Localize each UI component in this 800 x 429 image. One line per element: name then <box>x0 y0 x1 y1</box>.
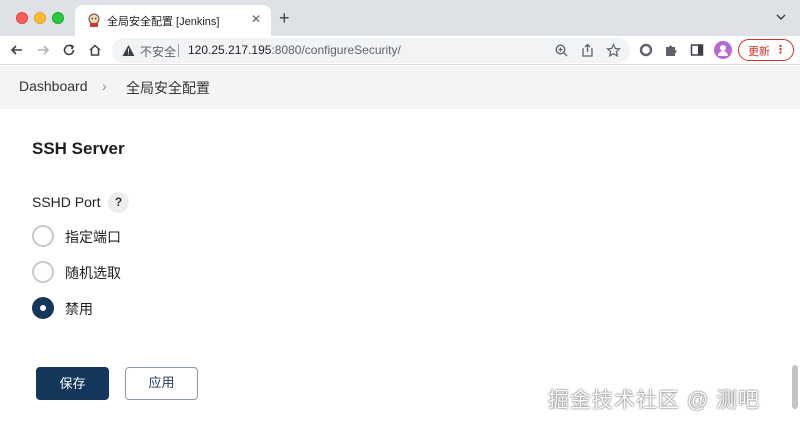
fullscreen-window-button[interactable] <box>52 12 64 24</box>
tab-title: 全局安全配置 [Jenkins] <box>107 16 220 28</box>
tab-jenkins[interactable]: 全局安全配置 [Jenkins] ✕ <box>75 5 271 36</box>
save-button[interactable]: 保存 <box>36 367 109 400</box>
breadcrumb: Dashboard › 全局安全配置 <box>0 66 800 109</box>
tab-search-chevron-icon[interactable] <box>776 12 786 22</box>
breadcrumb-dashboard[interactable]: Dashboard <box>19 78 88 94</box>
breadcrumb-global-security[interactable]: 全局安全配置 <box>126 78 210 98</box>
sshd-port-label: SSHD Port <box>32 194 101 210</box>
home-icon[interactable] <box>86 41 104 59</box>
radio-button[interactable] <box>32 225 54 247</box>
forward-icon[interactable] <box>34 41 52 59</box>
help-icon[interactable]: ? <box>108 192 129 213</box>
reload-icon[interactable] <box>60 41 78 59</box>
avatar-icon <box>718 45 728 56</box>
apply-button[interactable]: 应用 <box>125 367 198 400</box>
url-path: :8080/configureSecurity/ <box>271 43 401 57</box>
watermark-text: 掘金技术社区 @ 测吧 <box>548 389 760 412</box>
share-icon[interactable] <box>580 43 595 58</box>
browser-window: 全局安全配置 [Jenkins] ✕ + 不安全 120.25.217.195:… <box>0 0 800 429</box>
radio-label[interactable]: 禁用 <box>65 299 93 319</box>
radio-button-checked[interactable] <box>32 297 54 319</box>
jenkins-favicon-icon <box>88 13 100 27</box>
back-icon[interactable] <box>8 41 26 59</box>
section-title: SSH Server <box>32 139 125 158</box>
bookmark-star-icon[interactable] <box>606 43 621 58</box>
update-label: 更新 <box>748 46 770 58</box>
minimize-window-button[interactable] <box>34 12 46 24</box>
more-menu-icon: ⋮ <box>775 44 786 56</box>
radio-button[interactable] <box>32 261 54 283</box>
not-secure-label[interactable]: 不安全 <box>140 43 176 60</box>
tab-strip: 全局安全配置 [Jenkins] ✕ + <box>0 0 800 36</box>
address-bar[interactable]: 不安全 120.25.217.195:8080/configureSecurit… <box>112 38 630 63</box>
update-button[interactable]: 更新 ⋮ <box>738 39 794 61</box>
radio-label[interactable]: 随机选取 <box>65 263 121 283</box>
close-window-button[interactable] <box>16 12 28 24</box>
zoom-icon[interactable] <box>554 43 569 58</box>
radio-label[interactable]: 指定端口 <box>65 227 121 247</box>
browser-toolbar: 不安全 120.25.217.195:8080/configureSecurit… <box>0 36 800 65</box>
scrollbar-thumb[interactable] <box>792 365 798 409</box>
new-tab-button[interactable]: + <box>279 9 290 27</box>
breadcrumb-chevron-icon: › <box>102 78 107 94</box>
warning-icon[interactable] <box>122 44 135 57</box>
side-panel-icon[interactable] <box>688 41 706 59</box>
tab-close-icon[interactable]: ✕ <box>251 12 261 26</box>
profile-avatar[interactable] <box>714 41 732 59</box>
url-host: 120.25.217.195 <box>188 43 272 57</box>
omnibox-divider <box>178 44 179 57</box>
url-text[interactable]: 120.25.217.195:8080/configureSecurity/ <box>188 43 401 57</box>
main-content: SSH Server SSHD Port ? 指定端口 随机选取 禁用 保存 应… <box>0 109 800 429</box>
extension-circle-icon[interactable] <box>637 41 655 59</box>
extensions-puzzle-icon[interactable] <box>662 41 680 59</box>
